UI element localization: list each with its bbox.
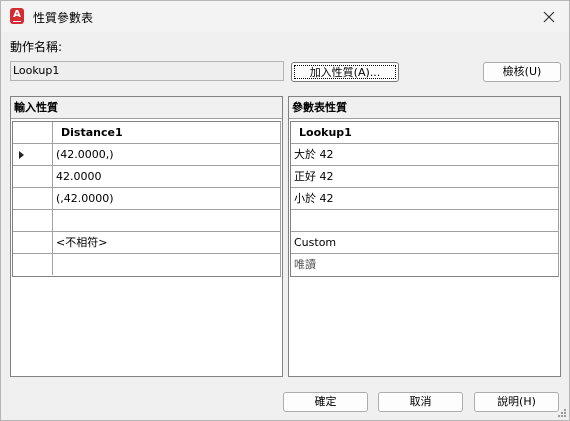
table-row[interactable]: <不相符> [13, 232, 280, 254]
table-row[interactable]: 正好 42 [291, 166, 558, 188]
table-row[interactable]: Custom [291, 232, 558, 254]
input-grid-header: Distance1 [13, 122, 280, 144]
row-selector-header [13, 122, 53, 143]
table-row[interactable]: (,42.0000) [13, 188, 280, 210]
add-property-label: 加入性質(A)... [294, 65, 396, 79]
lookup-grid-header: Lookup1 [291, 122, 558, 144]
audit-button[interactable]: 檢核(U) [483, 62, 561, 82]
resize-grip-icon[interactable] [557, 408, 567, 418]
input-cell[interactable]: (,42.0000) [53, 188, 280, 209]
cancel-button[interactable]: 取消 [378, 392, 463, 412]
lookup-properties-grid: Lookup1 大於 42 正好 42 小於 42 Custom 唯讀 [290, 121, 559, 277]
close-button[interactable] [529, 1, 569, 32]
lookup-cell[interactable]: 唯讀 [291, 254, 558, 275]
close-icon [543, 11, 555, 22]
row-selector[interactable] [13, 210, 53, 231]
autocad-app-icon: A [10, 8, 24, 24]
row-selector[interactable] [13, 188, 53, 209]
lookup-cell[interactable]: 小於 42 [291, 188, 558, 209]
lookup-cell[interactable]: 正好 42 [291, 166, 558, 187]
row-selector[interactable] [13, 232, 53, 253]
input-cell[interactable] [53, 254, 280, 275]
lookup-properties-panel: 參數表性質 Lookup1 大於 42 正好 42 小於 42 Custom 唯… [288, 96, 561, 377]
input-properties-title: 輸入性質 [11, 97, 282, 119]
lookup-cell[interactable]: Custom [291, 232, 558, 253]
input-cell[interactable]: <不相符> [53, 232, 280, 253]
table-row[interactable] [291, 210, 558, 232]
row-selector[interactable] [13, 166, 53, 187]
table-row[interactable]: 唯讀 [291, 254, 558, 276]
current-row-arrow-icon [19, 151, 24, 159]
property-lookup-dialog: A 性質參數表 動作名稱: Lookup1 加入性質(A)... 檢核(U) 輸… [0, 0, 570, 421]
table-row[interactable] [13, 210, 280, 232]
input-properties-panel: 輸入性質 Distance1 (42.0000,) 42.0000 (,42.0… [10, 96, 283, 377]
help-button[interactable]: 說明(H) [474, 392, 559, 412]
dialog-title: 性質參數表 [33, 11, 94, 25]
table-row[interactable]: (42.0000,) [13, 144, 280, 166]
input-cell[interactable]: 42.0000 [53, 166, 280, 187]
row-selector[interactable] [13, 254, 53, 275]
title-bar: A 性質參數表 [1, 1, 569, 32]
lookup-properties-title: 參數表性質 [289, 97, 560, 119]
row-selector[interactable] [13, 144, 53, 165]
action-name-field[interactable]: Lookup1 [10, 61, 284, 81]
input-cell[interactable]: (42.0000,) [53, 144, 280, 165]
column-header-distance1[interactable]: Distance1 [53, 122, 280, 143]
input-properties-grid: Distance1 (42.0000,) 42.0000 (,42.0000) … [12, 121, 281, 277]
action-name-label: 動作名稱: [10, 40, 63, 54]
table-row[interactable]: 大於 42 [291, 144, 558, 166]
lookup-cell[interactable] [291, 210, 558, 231]
table-row[interactable]: 小於 42 [291, 188, 558, 210]
ok-button[interactable]: 確定 [283, 392, 368, 412]
lookup-cell[interactable]: 大於 42 [291, 144, 558, 165]
input-cell[interactable] [53, 210, 280, 231]
column-header-lookup1[interactable]: Lookup1 [291, 122, 558, 143]
add-property-button[interactable]: 加入性質(A)... [291, 62, 399, 82]
table-row[interactable] [13, 254, 280, 276]
table-row[interactable]: 42.0000 [13, 166, 280, 188]
